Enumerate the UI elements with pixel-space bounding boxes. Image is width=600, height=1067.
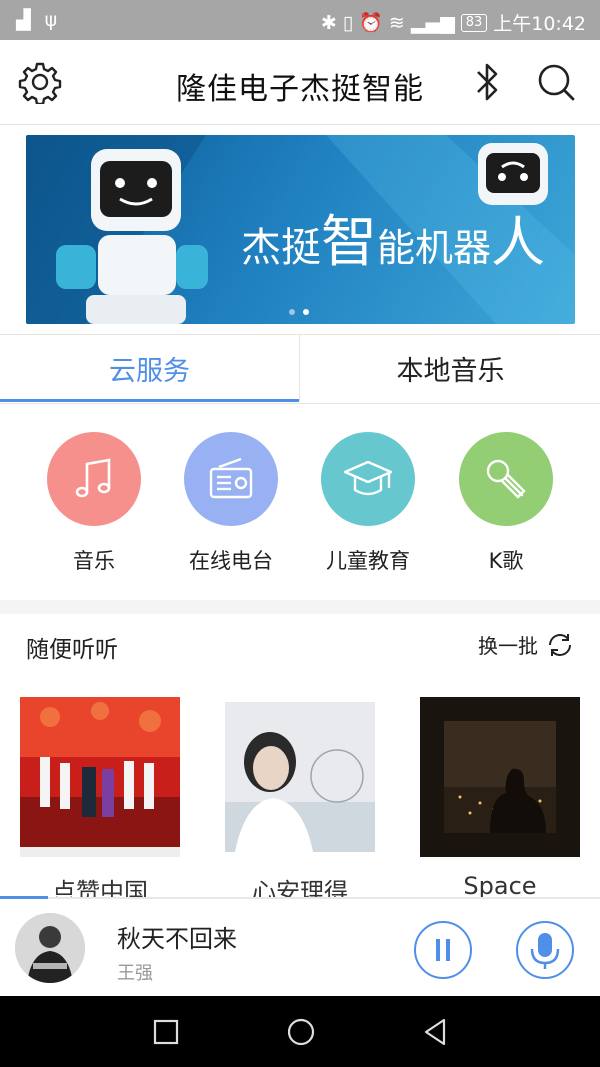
microphone-voice-icon	[530, 933, 560, 969]
wifi-icon: ≋	[388, 11, 405, 34]
now-playing-bar[interactable]: 秋天不回来 王强	[0, 897, 600, 998]
album-cover-2[interactable]	[225, 702, 375, 852]
usb-icon: ψ	[44, 9, 58, 31]
banner-text-c: 能机器	[377, 226, 492, 270]
service-label-radio: 在线电台	[189, 549, 273, 573]
alarm-icon: ⏰	[359, 12, 383, 34]
status-left-icons: ▟ ψ	[16, 9, 57, 31]
tab-divider	[299, 335, 300, 401]
tab-label: 本地音乐	[396, 355, 505, 387]
active-tab-indicator	[0, 399, 299, 402]
bluetooth-button[interactable]	[470, 60, 504, 104]
banner-dot-2	[303, 309, 309, 315]
banner-text-b: 智	[321, 210, 377, 275]
square-icon	[153, 1019, 179, 1045]
bluetooth-icon	[477, 63, 498, 101]
pause-button[interactable]	[414, 921, 472, 979]
recent-apps-button[interactable]	[152, 1018, 180, 1046]
album-art-1	[20, 697, 180, 857]
song-title: 秋天不回来	[117, 925, 237, 953]
service-radio-circle	[184, 432, 278, 526]
service-label-music: 音乐	[73, 549, 115, 573]
signal-icon: ▂▄▆	[410, 11, 455, 34]
album-cover-3[interactable]	[420, 697, 580, 857]
battery-indicator: 83	[460, 13, 488, 32]
status-right-icons: ✱ ▯ ⏰ ≋ ▂▄▆ 83 上午10:42	[321, 9, 586, 36]
artist-photo	[15, 913, 85, 983]
app-title: 隆佳电子杰挺智能	[176, 72, 424, 107]
microphone-icon	[486, 459, 526, 499]
refresh-button[interactable]: 换一批	[478, 630, 574, 659]
section-separator	[0, 600, 600, 614]
bluetooth-status-icon: ✱	[320, 11, 337, 34]
status-time: 上午10:42	[493, 13, 586, 35]
playback-progress-bar[interactable]	[0, 896, 48, 899]
music-note-icon	[75, 458, 111, 498]
tab-local-music[interactable]: 本地音乐	[301, 335, 600, 401]
app-header: 隆佳电子杰挺智能	[0, 40, 600, 125]
section-title: 随便听听	[26, 637, 118, 663]
service-label-education: 儿童教育	[326, 549, 410, 573]
service-education-circle	[321, 432, 415, 526]
robot-illustration-right	[478, 143, 548, 205]
back-button[interactable]	[420, 1016, 450, 1048]
tab-cloud-service[interactable]: 云服务	[0, 335, 299, 401]
service-karaoke-circle	[459, 432, 553, 526]
now-playing-avatar[interactable]	[15, 913, 85, 983]
home-button[interactable]	[285, 1016, 317, 1048]
album-art-2	[225, 702, 375, 852]
refresh-icon	[549, 633, 571, 656]
promo-banner[interactable]: 杰挺智能机器人	[26, 135, 575, 324]
back-triangle-icon	[424, 1018, 446, 1046]
service-music[interactable]	[47, 432, 141, 526]
vibrate-icon: ▯	[342, 11, 354, 34]
banner-dot-1	[289, 309, 295, 315]
banner-text-a: 杰挺	[241, 225, 321, 271]
album-art-3	[420, 697, 580, 857]
banner-slogan: 杰挺智能机器人	[241, 197, 545, 278]
refresh-label: 换一批	[478, 634, 538, 658]
circle-icon	[287, 1018, 315, 1046]
service-radio[interactable]	[184, 432, 278, 526]
service-karaoke[interactable]	[459, 432, 553, 526]
album-title-3: Space	[463, 872, 537, 900]
voice-button[interactable]	[516, 921, 574, 979]
service-music-circle	[47, 432, 141, 526]
graduation-cap-icon	[343, 460, 393, 496]
search-icon	[538, 64, 575, 101]
activity-icon: ▟	[16, 9, 31, 31]
tab-label: 云服务	[109, 355, 190, 387]
pause-icon	[436, 939, 450, 961]
system-nav-bar	[0, 996, 600, 1067]
banner-text-d: 人	[491, 211, 546, 274]
service-education[interactable]	[321, 432, 415, 526]
tab-bar: 云服务 本地音乐	[0, 334, 600, 404]
search-button[interactable]	[534, 60, 578, 104]
album-cover-1[interactable]	[20, 697, 180, 857]
artist-name: 王强	[117, 963, 153, 984]
radio-icon	[209, 457, 253, 499]
service-label-karaoke: K歌	[488, 549, 524, 573]
status-bar: ▟ ψ ✱ ▯ ⏰ ≋ ▂▄▆ 83 上午10:42	[0, 0, 600, 40]
